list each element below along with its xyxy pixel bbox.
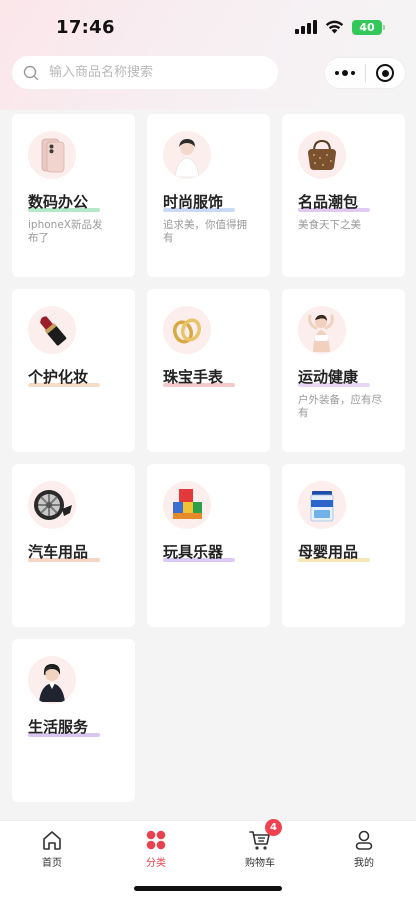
home-indicator xyxy=(134,886,282,891)
category-name: 生活服务 xyxy=(28,716,100,737)
status-time: 17:46 xyxy=(56,16,115,38)
tab-label: 分类 xyxy=(146,858,166,869)
cellular-signal-icon xyxy=(295,20,317,34)
search-bar[interactable] xyxy=(12,56,278,89)
category-card[interactable]: 玩具乐器 xyxy=(147,464,270,627)
milk-powder-icon xyxy=(298,481,346,529)
smartphone-icon xyxy=(28,131,76,179)
rings-icon xyxy=(163,306,211,354)
category-name: 个护化妆 xyxy=(28,366,100,387)
status-bar: 17:46 40 xyxy=(0,0,416,54)
battery-icon: 40 xyxy=(352,19,385,35)
category-name: 玩具乐器 xyxy=(163,541,235,562)
cart-badge: 4 xyxy=(265,819,282,836)
category-name: 时尚服饰 xyxy=(163,191,235,212)
search-row xyxy=(12,56,406,90)
service-agent-icon xyxy=(28,656,76,704)
user-icon xyxy=(355,830,373,850)
category-card[interactable]: 珠宝手表 xyxy=(147,289,270,452)
category-card[interactable]: 数码办公 iphoneX新品发布了 xyxy=(12,114,135,277)
search-input[interactable] xyxy=(49,65,249,80)
home-icon xyxy=(43,831,61,850)
fashion-model-icon xyxy=(163,131,211,179)
tab-mine[interactable]: 我的 xyxy=(312,821,416,900)
category-grid: 数码办公 iphoneX新品发布了 时尚服饰 追求美，你值得拥有 名品潮包 美食… xyxy=(12,114,405,802)
category-card[interactable]: 生活服务 xyxy=(12,639,135,802)
category-name: 母婴用品 xyxy=(298,541,370,562)
category-card[interactable]: 个护化妆 xyxy=(12,289,135,452)
tab-label: 我的 xyxy=(354,858,374,869)
mini-program-capsule xyxy=(324,57,406,89)
category-name: 数码办公 xyxy=(28,191,100,212)
category-card[interactable]: 运动健康 户外装备，应有尽有 xyxy=(282,289,405,452)
more-button[interactable] xyxy=(325,58,365,88)
close-program-button[interactable] xyxy=(366,58,406,88)
category-desc: 追求美，你值得拥有 xyxy=(163,219,247,244)
wifi-icon xyxy=(325,20,344,34)
tab-label: 购物车 xyxy=(245,858,275,869)
close-target-icon xyxy=(376,64,395,82)
category-card[interactable]: 名品潮包 美食天下之美 xyxy=(282,114,405,277)
more-dots-icon xyxy=(334,70,355,76)
category-card[interactable]: 汽车用品 xyxy=(12,464,135,627)
toy-blocks-icon xyxy=(163,481,211,529)
search-icon xyxy=(23,65,39,80)
lipstick-icon xyxy=(28,306,76,354)
tab-home[interactable]: 首页 xyxy=(0,821,104,900)
category-desc: 美食天下之美 xyxy=(298,219,361,231)
category-name: 珠宝手表 xyxy=(163,366,235,387)
category-name: 名品潮包 xyxy=(298,191,370,212)
status-icons: 40 xyxy=(295,19,385,35)
battery-level: 40 xyxy=(359,20,375,34)
category-card[interactable]: 母婴用品 xyxy=(282,464,405,627)
category-desc: 户外装备，应有尽有 xyxy=(298,394,382,419)
car-wheel-icon xyxy=(28,481,76,529)
tab-label: 首页 xyxy=(42,858,62,869)
category-card[interactable]: 时尚服饰 追求美，你值得拥有 xyxy=(147,114,270,277)
category-name: 汽车用品 xyxy=(28,541,100,562)
category-name: 运动健康 xyxy=(298,366,370,387)
handbag-icon xyxy=(298,131,346,179)
fitness-woman-icon xyxy=(298,306,346,354)
category-icon xyxy=(146,830,166,850)
category-desc: iphoneX新品发布了 xyxy=(28,219,103,244)
